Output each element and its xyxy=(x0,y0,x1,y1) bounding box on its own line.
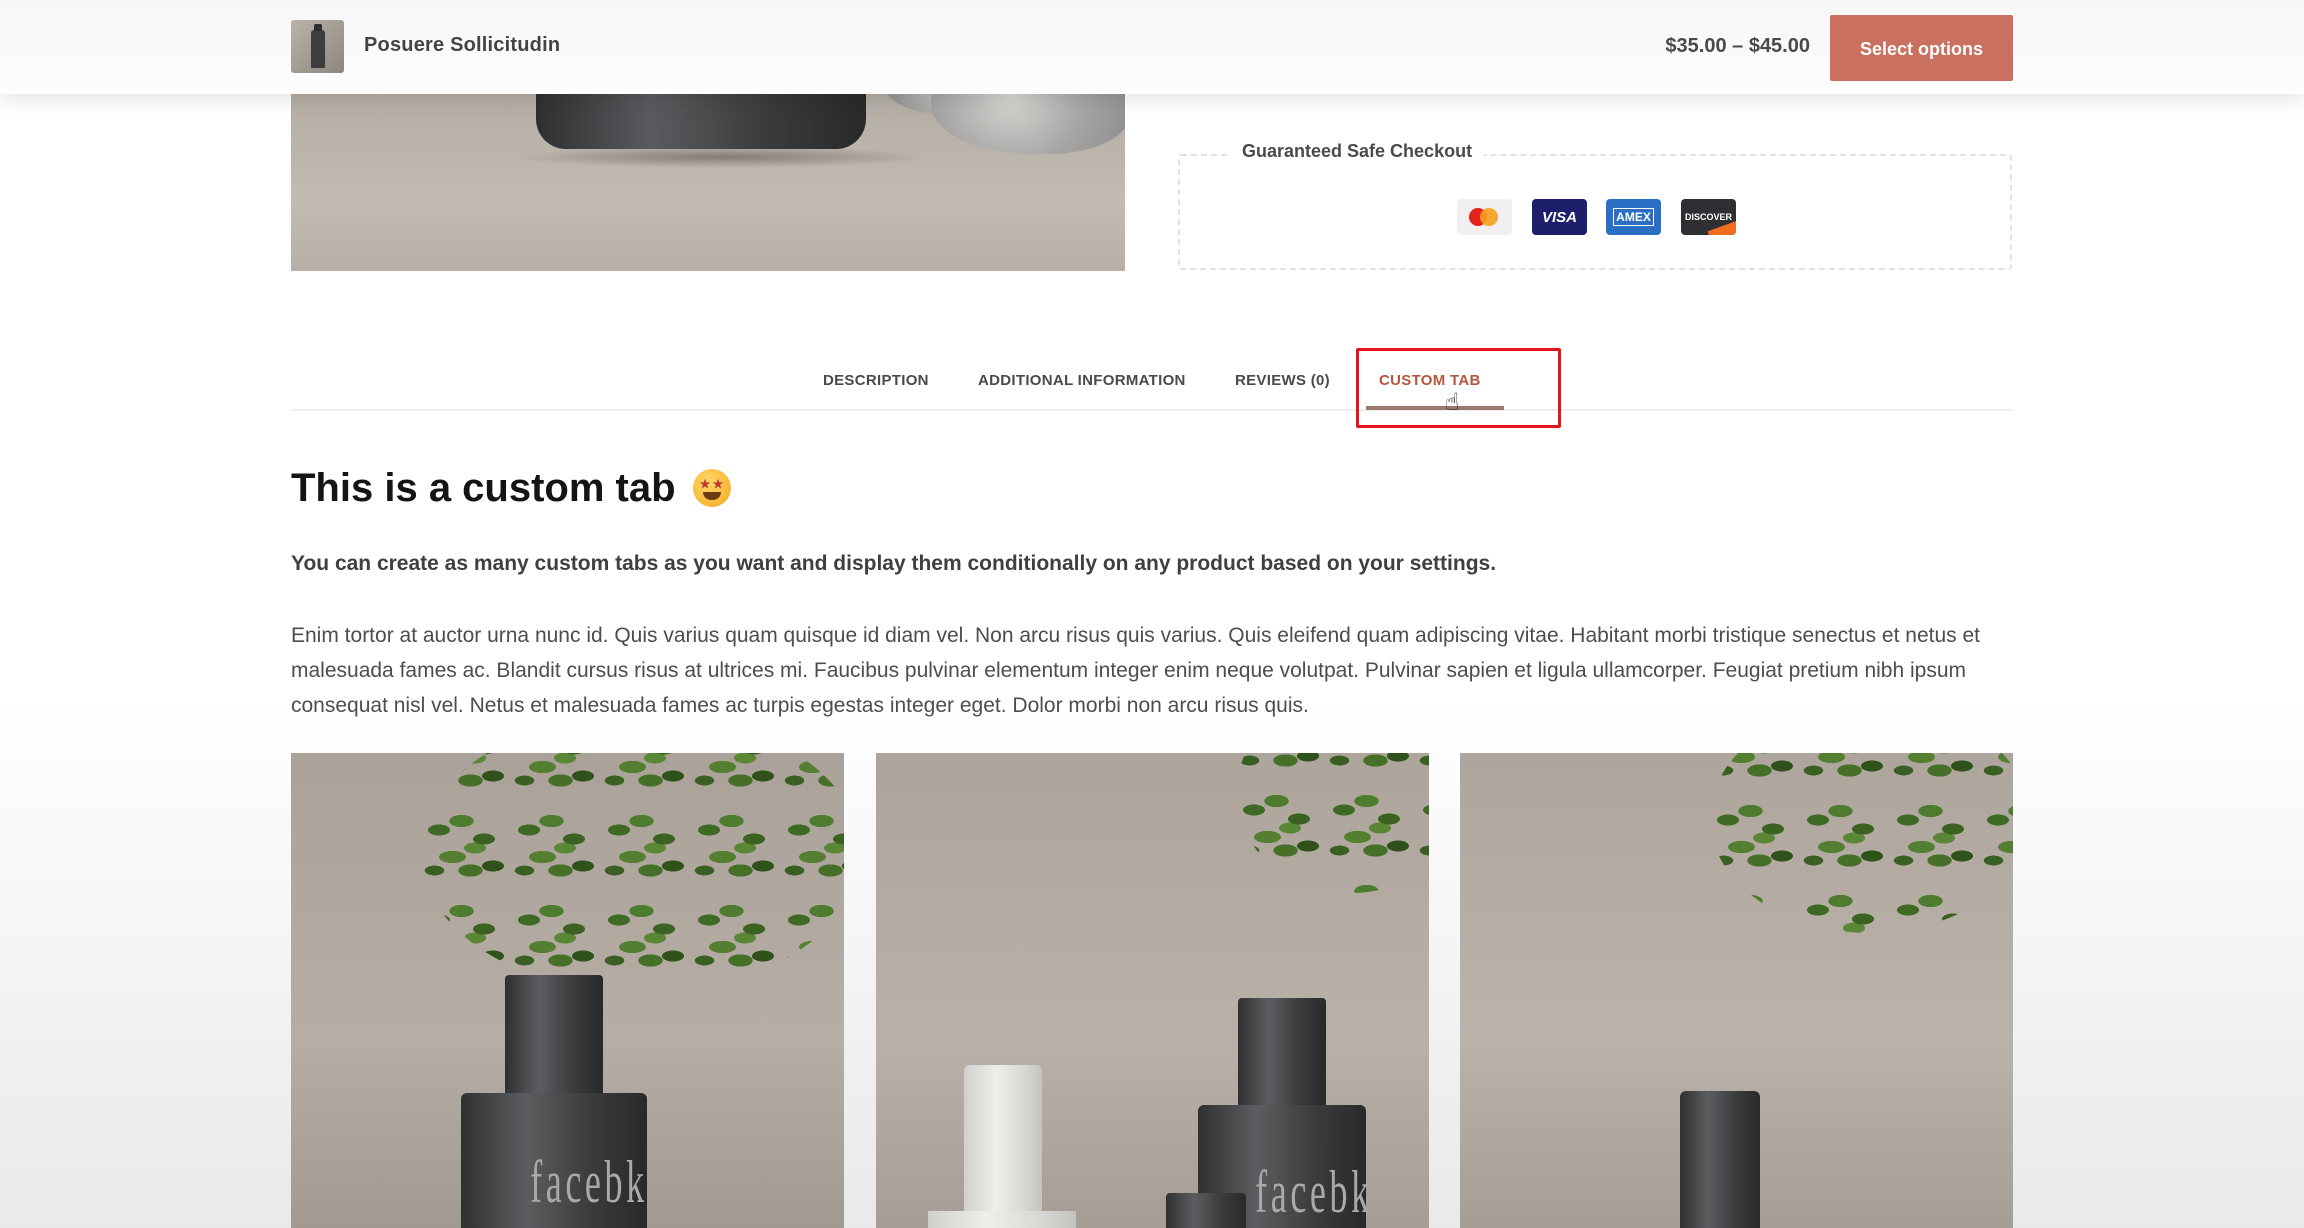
tab-reviews[interactable]: REVIEWS (0) xyxy=(1235,372,1330,389)
white-bottle-base-image-part xyxy=(928,1211,1076,1228)
white-bottle-image-part xyxy=(964,1065,1042,1225)
small-bottle-image-part xyxy=(1166,1193,1246,1228)
sticky-product-title: Posuere Sollicitudin xyxy=(364,34,561,56)
plant-leaves-image-part xyxy=(421,753,844,993)
bottle-cap-image-part xyxy=(1238,998,1326,1108)
select-options-button[interactable]: Select options xyxy=(1830,15,2013,81)
mastercard-icon xyxy=(1457,199,1512,235)
custom-tab-heading: This is a custom tab xyxy=(291,466,731,511)
amex-icon: AMEX xyxy=(1606,199,1661,235)
gallery-image-3[interactable] xyxy=(1460,753,2013,1228)
product-thumbnail[interactable] xyxy=(291,20,344,73)
hand-cursor-icon: ☝ xyxy=(1445,388,1460,416)
bottle-cap-image-part xyxy=(505,975,603,1095)
tabs-divider xyxy=(291,409,2013,411)
visa-icon: VISA xyxy=(1532,199,1587,235)
custom-tab-body-text: Enim tortor at auctor urna nunc id. Quis… xyxy=(291,624,1981,717)
star-struck-emoji-icon xyxy=(692,469,731,507)
plant-leaves-image-part xyxy=(1710,753,2013,933)
tab-additional-information[interactable]: ADDITIONAL INFORMATION xyxy=(978,372,1186,389)
custom-tab-lead-text: You can create as many custom tabs as yo… xyxy=(291,552,1497,575)
bottle-brand-text: facebk xyxy=(530,1149,648,1215)
sticky-product-header: Posuere Sollicitudin $35.00 – $45.00 Sel… xyxy=(0,0,2304,94)
bottle-image-part xyxy=(536,94,866,149)
product-main-image[interactable] xyxy=(291,94,1125,271)
safe-checkout-box xyxy=(1178,154,2012,270)
discover-icon: DISCOVER xyxy=(1681,199,1736,235)
sticky-product-price: $35.00 – $45.00 xyxy=(1665,35,1810,57)
bottle-brand-text: facebk xyxy=(1255,1159,1373,1225)
gallery-image-2[interactable]: facebk xyxy=(876,753,1429,1228)
gallery-image-1[interactable]: facebk xyxy=(291,753,844,1228)
bottle-image-part xyxy=(1680,1091,1760,1228)
tab-description[interactable]: DESCRIPTION xyxy=(823,372,929,389)
custom-tab-heading-text: This is a custom tab xyxy=(291,466,676,510)
thumbnail-bottle-image xyxy=(311,24,325,68)
stone-image-part xyxy=(931,94,1125,154)
plant-leaves-image-part xyxy=(1236,753,1429,893)
safe-checkout-title: Guaranteed Safe Checkout xyxy=(1230,141,1485,162)
